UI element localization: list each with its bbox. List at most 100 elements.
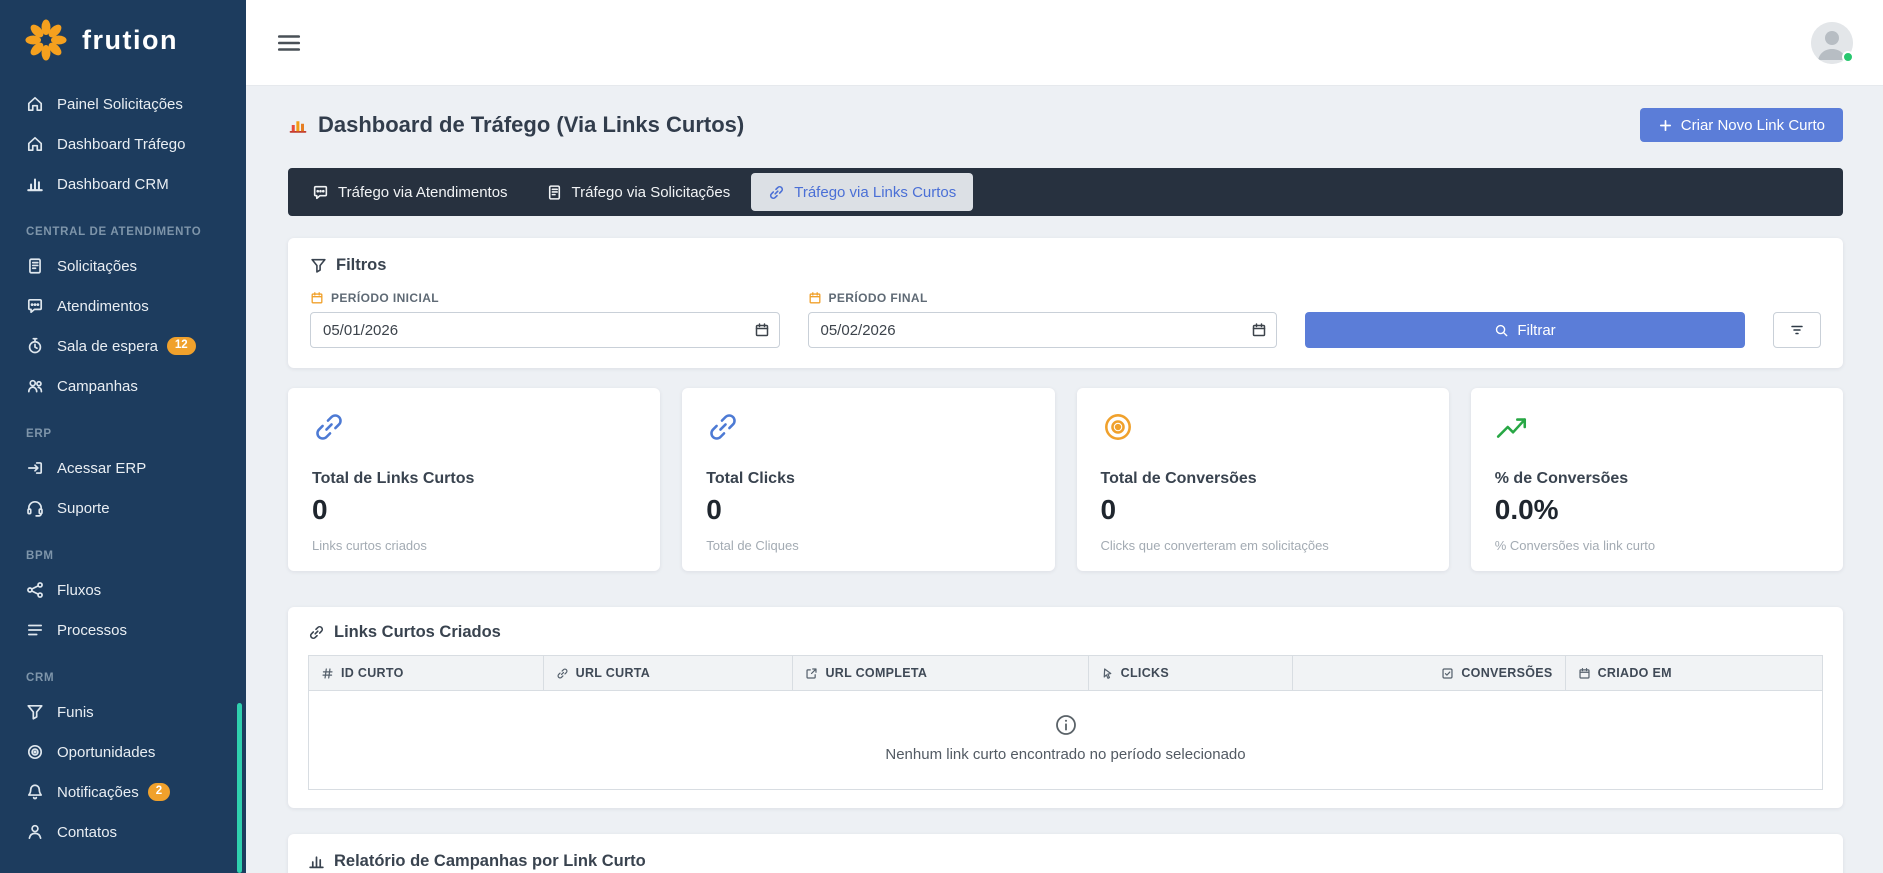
filters-title: Filtros (310, 256, 1821, 275)
logo[interactable]: frution (0, 0, 246, 78)
column-header-conversoes: CONVERSÕES (1293, 656, 1566, 691)
stats-row: Total de Links Curtos 0 Links curtos cri… (288, 388, 1843, 571)
bell-icon (26, 783, 44, 801)
house-icon (26, 135, 44, 153)
sidebar-section-label: CENTRAL DE ATENDIMENTO (0, 204, 246, 246)
sidebar-scrollbar-thumb[interactable] (237, 703, 242, 873)
link-icon (312, 410, 346, 444)
journal-icon (546, 184, 563, 201)
link-icon (308, 624, 325, 641)
calendar-icon (310, 291, 324, 305)
menu-toggle-button[interactable] (276, 30, 302, 56)
tab-trafego-via-atendimentos[interactable]: Tráfego via Atendimentos (295, 173, 525, 211)
sidebar-item-dashboard-crm[interactable]: Dashboard CRM (0, 164, 246, 204)
bullseye-icon (26, 743, 44, 761)
list-icon (26, 621, 44, 639)
stat-card-percent-conversoes: % de Conversões 0.0% % Conversões via li… (1471, 388, 1843, 571)
period-end-input[interactable] (808, 312, 1278, 348)
check-square-icon (1441, 667, 1454, 680)
column-header-url-completa: URL COMPLETA (793, 656, 1088, 691)
calendar-picker-icon[interactable] (754, 322, 770, 338)
sidebar-section-label: ERP (0, 406, 246, 448)
search-icon (1494, 323, 1509, 338)
sidebar-item-processos[interactable]: Processos (0, 610, 246, 650)
campaign-report-card: Relatório de Campanhas por Link Curto (288, 834, 1843, 873)
column-header-clicks: CLICKS (1088, 656, 1292, 691)
stat-card-total-conversoes: Total de Conversões 0 Clicks que convert… (1077, 388, 1449, 571)
sidebar-item-dashboard-trafego[interactable]: Dashboard Tráfego (0, 124, 246, 164)
column-header-criado-em: CRIADO EM (1565, 656, 1822, 691)
topbar (246, 0, 1883, 86)
stat-value: 0 (706, 494, 1030, 526)
chat-dots-icon (312, 184, 329, 201)
cursor-icon (1101, 667, 1114, 680)
stat-value: 0 (1101, 494, 1425, 526)
calendar-picker-icon[interactable] (1251, 322, 1267, 338)
share-nodes-icon (26, 581, 44, 599)
empty-state-message: Nenhum link curto encontrado no período … (885, 746, 1245, 763)
sidebar-item-contatos[interactable]: Contatos (0, 812, 246, 852)
sidebar-item-fluxos[interactable]: Fluxos (0, 570, 246, 610)
page-content: Dashboard de Tráfego (Via Links Curtos) … (246, 86, 1883, 873)
journal-icon (26, 257, 44, 275)
frution-flower-logo-icon (22, 16, 70, 64)
period-end-label: PERÍODO FINAL (808, 291, 1278, 305)
bar-chart-icon (308, 853, 325, 870)
notifications-count-badge: 2 (148, 783, 170, 801)
sidebar-item-notificacoes[interactable]: Notificações 2 (0, 772, 246, 812)
tab-trafego-via-links-curtos[interactable]: Tráfego via Links Curtos (751, 173, 973, 211)
period-end-field: PERÍODO FINAL (808, 291, 1278, 348)
app-root: frution Painel Solicitações Dashboard Tr… (0, 0, 1883, 873)
sidebar-item-solicitacoes[interactable]: Solicitações (0, 246, 246, 286)
empty-state-row: Nenhum link curto encontrado no período … (309, 691, 1823, 790)
period-start-label: PERÍODO INICIAL (310, 291, 780, 305)
column-header-url-curta: URL CURTA (543, 656, 793, 691)
funnel-icon (26, 703, 44, 721)
short-links-title: Links Curtos Criados (308, 623, 1823, 642)
hash-icon (321, 667, 334, 680)
funnel-icon (310, 257, 327, 274)
external-link-icon (805, 667, 818, 680)
traffic-tabs: Tráfego via Atendimentos Tráfego via Sol… (288, 168, 1843, 216)
link-icon (706, 410, 740, 444)
sidebar-item-campanhas[interactable]: Campanhas (0, 366, 246, 406)
create-short-link-button[interactable]: Criar Novo Link Curto (1640, 108, 1843, 142)
sidebar-item-atendimentos[interactable]: Atendimentos (0, 286, 246, 326)
link-icon (768, 184, 785, 201)
filter-list-icon (1789, 322, 1805, 338)
stat-value: 0.0% (1495, 494, 1819, 526)
link-icon (556, 667, 569, 680)
sidebar-item-oportunidades[interactable]: Oportunidades (0, 732, 246, 772)
period-start-field: PERÍODO INICIAL (310, 291, 780, 348)
sidebar-item-acessar-erp[interactable]: Acessar ERP (0, 448, 246, 488)
column-header-id-curto: ID CURTO (309, 656, 544, 691)
sidebar-section-label: CRM (0, 650, 246, 692)
online-status-dot (1842, 51, 1854, 63)
people-icon (26, 377, 44, 395)
period-start-input[interactable] (310, 312, 780, 348)
sidebar-item-suporte[interactable]: Suporte (0, 488, 246, 528)
sidebar-section-label: BPM (0, 528, 246, 570)
stat-value: 0 (312, 494, 636, 526)
person-icon (26, 823, 44, 841)
filter-button[interactable]: Filtrar (1305, 312, 1745, 348)
stopwatch-icon (26, 337, 44, 355)
user-avatar[interactable] (1811, 22, 1853, 64)
filter-options-button[interactable] (1773, 312, 1821, 348)
table-header-row: ID CURTO URL CURTA (309, 656, 1823, 691)
sidebar-item-funis[interactable]: Funis (0, 692, 246, 732)
sidebar: frution Painel Solicitações Dashboard Tr… (0, 0, 246, 873)
calendar-icon (1578, 667, 1591, 680)
filters-card: Filtros PERÍODO INICIAL (288, 238, 1843, 368)
plus-icon (1658, 118, 1673, 133)
bullseye-icon (1101, 410, 1135, 444)
short-links-card: Links Curtos Criados (288, 607, 1843, 808)
campaign-report-title: Relatório de Campanhas por Link Curto (308, 852, 1823, 871)
tab-trafego-via-solicitacoes[interactable]: Tráfego via Solicitações (529, 173, 748, 211)
sidebar-item-painel-solicitacoes[interactable]: Painel Solicitações (0, 84, 246, 124)
trending-up-icon (1495, 410, 1529, 444)
waiting-room-count-badge: 12 (167, 337, 196, 355)
sidebar-item-sala-de-espera[interactable]: Sala de espera 12 (0, 326, 246, 366)
calendar-icon (808, 291, 822, 305)
chat-dots-icon (26, 297, 44, 315)
